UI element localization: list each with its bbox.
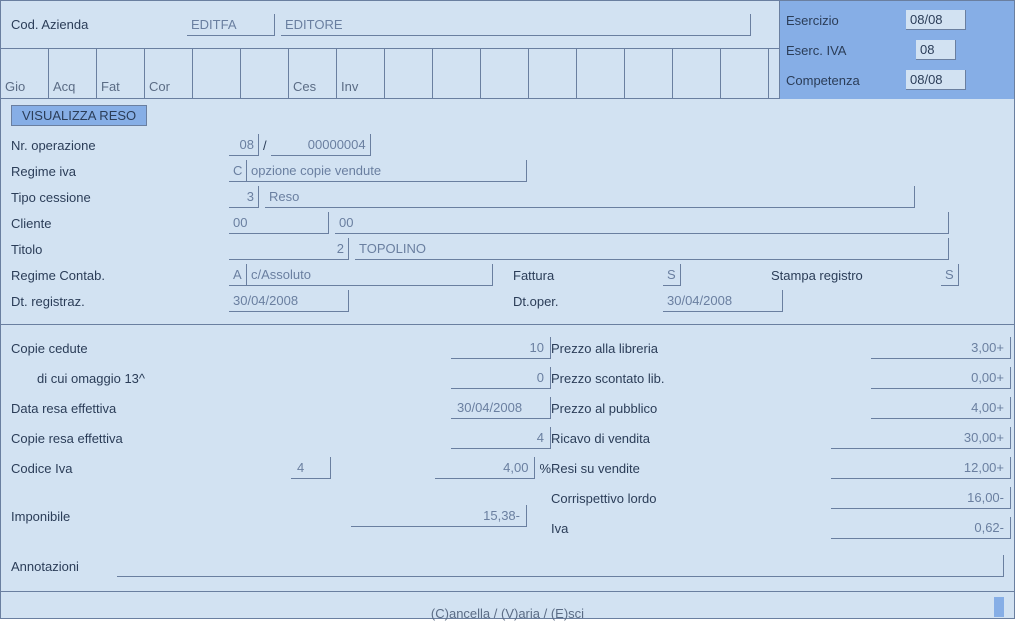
- tab-empty-3[interactable]: [385, 49, 433, 98]
- esercizio-value[interactable]: 08/08: [906, 10, 966, 30]
- cursor-icon: [994, 597, 1004, 617]
- iva-value[interactable]: 0,62-: [831, 517, 1011, 539]
- tab-empty-6[interactable]: [529, 49, 577, 98]
- corrispettivo-label: Corrispettivo lordo: [551, 491, 831, 506]
- tab-empty-7[interactable]: [577, 49, 625, 98]
- regime-contab-desc[interactable]: c/Assoluto: [247, 264, 493, 286]
- prezzo-scontato-value[interactable]: 0,00+: [871, 367, 1011, 389]
- resi-vendite-label: Resi su vendite: [551, 461, 831, 476]
- cod-azienda-label: Cod. Azienda: [11, 17, 187, 32]
- tab-acq[interactable]: Acq: [49, 49, 97, 98]
- prezzo-pubblico-value[interactable]: 4,00+: [871, 397, 1011, 419]
- tipo-cessione-desc[interactable]: Reso: [265, 186, 915, 208]
- tab-ces[interactable]: Ces: [289, 49, 337, 98]
- calc-grid: Copie cedute 10 di cui omaggio 13^ 0 Dat…: [1, 325, 1014, 551]
- tipo-cessione-code[interactable]: 3: [229, 186, 259, 208]
- cliente-label: Cliente: [11, 216, 229, 231]
- di-cui-omaggio-value[interactable]: 0: [451, 367, 551, 389]
- pct-sign: %: [539, 461, 551, 476]
- cod-azienda-row: Cod. Azienda EDITFA EDITORE: [1, 1, 779, 49]
- prezzo-pubblico-label: Prezzo al pubblico: [551, 401, 831, 416]
- form-panel: VISUALIZZA RESO Nr. operazione 08 / 0000…: [1, 99, 1014, 325]
- ricavo-vendita-value[interactable]: 30,00+: [831, 427, 1011, 449]
- app-window: Cod. Azienda EDITFA EDITORE Gio Acq Fat …: [0, 0, 1015, 619]
- stampa-registro-value[interactable]: S: [941, 264, 959, 286]
- tab-inv[interactable]: Inv: [337, 49, 385, 98]
- calc-right: Prezzo alla libreria 3,00+ Prezzo sconta…: [551, 333, 1011, 543]
- codice-iva-label: Codice Iva: [11, 461, 211, 476]
- eserc-iva-value[interactable]: 08: [916, 40, 956, 60]
- nr-operazione-sep: /: [259, 138, 271, 153]
- regime-iva-code[interactable]: C: [229, 160, 247, 182]
- tab-empty-2[interactable]: [241, 49, 289, 98]
- group-title: VISUALIZZA RESO: [11, 105, 147, 126]
- nr-operazione-b[interactable]: 00000004: [271, 134, 371, 156]
- tipo-cessione-label: Tipo cessione: [11, 190, 229, 205]
- tab-empty-1[interactable]: [193, 49, 241, 98]
- tab-empty-4[interactable]: [433, 49, 481, 98]
- cod-azienda-name[interactable]: EDITORE: [281, 14, 751, 36]
- fattura-value[interactable]: S: [663, 264, 681, 286]
- codice-iva-pct[interactable]: 4,00: [435, 457, 535, 479]
- header-right: Esercizio 08/08 Eserc. IVA 08 Competenza…: [779, 1, 1014, 99]
- iva-label: Iva: [551, 521, 831, 536]
- eserc-iva-label: Eserc. IVA: [786, 43, 906, 58]
- tab-empty-5[interactable]: [481, 49, 529, 98]
- prezzo-libreria-value[interactable]: 3,00+: [871, 337, 1011, 359]
- header: Cod. Azienda EDITFA EDITORE Gio Acq Fat …: [1, 1, 1014, 99]
- dt-oper-label: Dt.oper.: [513, 294, 663, 309]
- prezzo-libreria-label: Prezzo alla libreria: [551, 341, 831, 356]
- copie-resa-eff-value[interactable]: 4: [451, 427, 551, 449]
- annotazioni-field[interactable]: [117, 555, 1004, 577]
- cliente-a[interactable]: 00: [229, 212, 329, 234]
- imponibile-label: Imponibile: [11, 509, 211, 524]
- fattura-label: Fattura: [513, 268, 663, 283]
- stampa-registro-label: Stampa registro: [771, 268, 941, 283]
- dt-registraz-label: Dt. registraz.: [11, 294, 229, 309]
- titolo-label: Titolo: [11, 242, 229, 257]
- annotazioni-row: Annotazioni: [1, 551, 1014, 592]
- copie-cedute-value[interactable]: 10: [451, 337, 551, 359]
- footer: (C)ancella / (V)aria / (E)sci: [1, 592, 1014, 621]
- cod-azienda-code[interactable]: EDITFA: [187, 14, 275, 36]
- nr-operazione-a[interactable]: 08: [229, 134, 259, 156]
- regime-contab-label: Regime Contab.: [11, 268, 229, 283]
- tab-empty-8[interactable]: [625, 49, 673, 98]
- titolo-desc[interactable]: TOPOLINO: [355, 238, 949, 260]
- competenza-value[interactable]: 08/08: [906, 70, 966, 90]
- di-cui-omaggio-label: di cui omaggio 13^: [11, 371, 211, 386]
- dt-registraz-value[interactable]: 30/04/2008: [229, 290, 349, 312]
- nr-operazione-label: Nr. operazione: [11, 138, 229, 153]
- titolo-code[interactable]: 2: [229, 238, 349, 260]
- annotazioni-label: Annotazioni: [11, 559, 79, 574]
- regime-iva-label: Regime iva: [11, 164, 229, 179]
- tab-bar: Gio Acq Fat Cor Ces Inv: [1, 49, 779, 99]
- dt-oper-value[interactable]: 30/04/2008: [663, 290, 783, 312]
- tab-empty-10[interactable]: [721, 49, 769, 98]
- cliente-b[interactable]: 00: [335, 212, 949, 234]
- corrispettivo-value[interactable]: 16,00-: [831, 487, 1011, 509]
- competenza-label: Competenza: [786, 73, 906, 88]
- prezzo-scontato-label: Prezzo scontato lib.: [551, 371, 831, 386]
- header-left: Cod. Azienda EDITFA EDITORE Gio Acq Fat …: [1, 1, 779, 99]
- resi-vendite-value[interactable]: 12,00+: [831, 457, 1011, 479]
- tab-cor[interactable]: Cor: [145, 49, 193, 98]
- codice-iva-code[interactable]: 4: [291, 457, 331, 479]
- ricavo-vendita-label: Ricavo di vendita: [551, 431, 831, 446]
- regime-contab-code[interactable]: A: [229, 264, 247, 286]
- calc-left: Copie cedute 10 di cui omaggio 13^ 0 Dat…: [11, 333, 551, 543]
- copie-resa-eff-label: Copie resa effettiva: [11, 431, 211, 446]
- data-resa-eff-label: Data resa effettiva: [11, 401, 211, 416]
- tab-fat[interactable]: Fat: [97, 49, 145, 98]
- tab-gio[interactable]: Gio: [1, 49, 49, 98]
- tab-empty-9[interactable]: [673, 49, 721, 98]
- imponibile-value[interactable]: 15,38-: [351, 505, 527, 527]
- regime-iva-desc[interactable]: opzione copie vendute: [247, 160, 527, 182]
- esercizio-label: Esercizio: [786, 13, 906, 28]
- copie-cedute-label: Copie cedute: [11, 341, 211, 356]
- data-resa-eff-value[interactable]: 30/04/2008: [451, 397, 551, 419]
